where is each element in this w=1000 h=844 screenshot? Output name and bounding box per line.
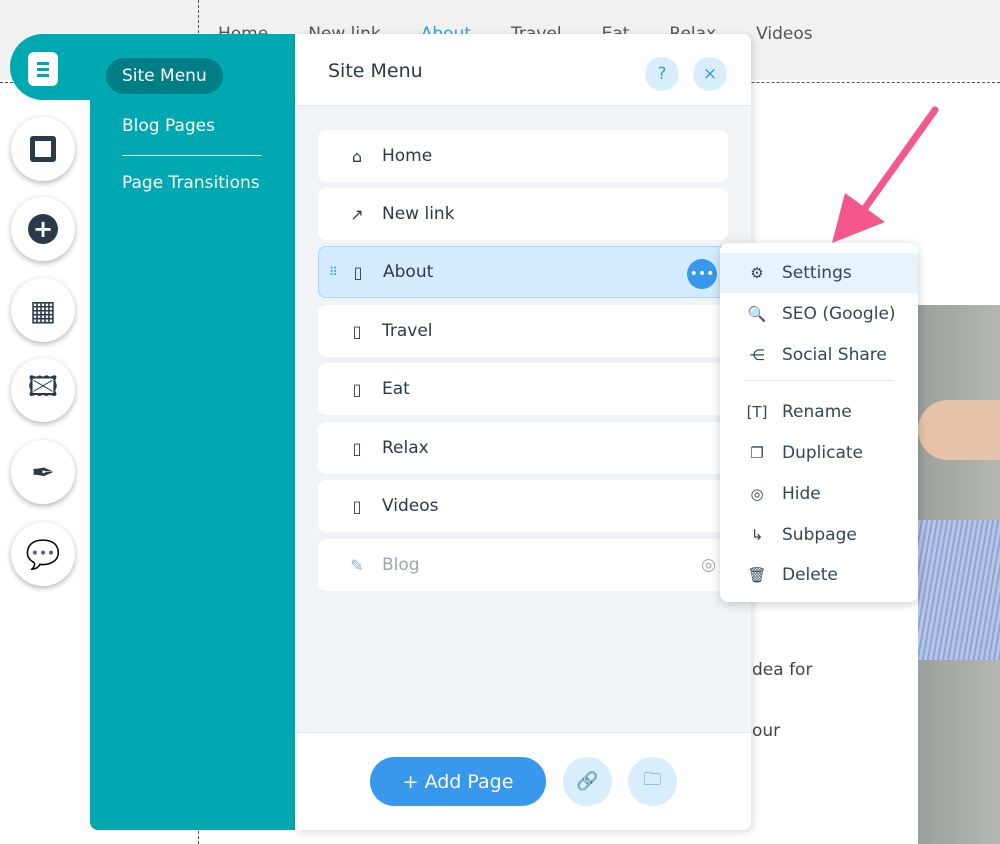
annotation-arrow-icon <box>832 106 939 243</box>
